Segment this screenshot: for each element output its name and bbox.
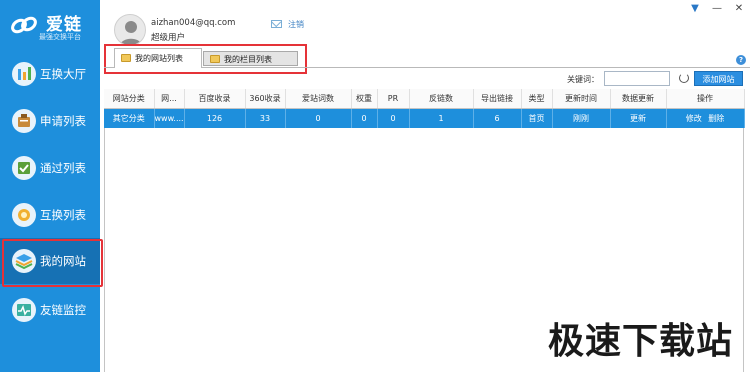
exchange-list-icon <box>12 203 36 227</box>
monitor-icon <box>12 298 36 322</box>
cell-site: www.... <box>154 108 185 128</box>
cell-updated: 刚刚 <box>552 108 611 128</box>
sidebar-item-apply-list[interactable]: 申请列表 <box>0 98 100 144</box>
sidebar-item-monitor[interactable]: 友链监控 <box>0 287 100 333</box>
cell-outlinks: 6 <box>473 108 522 128</box>
cell-type: 首页 <box>521 108 553 128</box>
hall-icon <box>12 62 36 86</box>
column-header[interactable]: 权重 <box>351 89 378 109</box>
sidebar-item-my-site[interactable]: 我的网站 <box>0 238 103 287</box>
app-logo: 爱链 最强交换平台 <box>8 8 100 42</box>
cell-pr: 0 <box>377 108 410 128</box>
sidebar-item-label: 我的网站 <box>40 254 86 268</box>
sidebar-item-label: 通过列表 <box>40 161 86 175</box>
avatar[interactable] <box>114 14 146 46</box>
folder-icon <box>121 54 131 62</box>
user-avatar-icon <box>119 21 143 45</box>
column-header[interactable]: 数据更新 <box>610 89 667 109</box>
user-email: aizhan004@qq.com <box>151 18 236 28</box>
tab-label: 我的栏目列表 <box>224 55 272 64</box>
cell-360: 33 <box>245 108 286 128</box>
cell-actions: 修改 删除 <box>666 108 745 128</box>
sidebar-item-label: 互换大厅 <box>40 67 86 81</box>
update-data-link[interactable]: 更新 <box>630 114 646 123</box>
edit-link[interactable]: 修改 <box>686 114 702 123</box>
apply-list-icon <box>12 109 36 133</box>
sidebar-item-approved-list[interactable]: 通过列表 <box>0 145 100 191</box>
close-icon[interactable]: ✕ <box>733 3 745 15</box>
cell-data-update: 更新 <box>610 108 667 128</box>
keyword-label: 关键词： <box>567 75 599 84</box>
column-header[interactable]: 百度收录 <box>184 89 246 109</box>
column-header[interactable]: 360收录 <box>245 89 286 109</box>
column-header[interactable]: 导出链接 <box>473 89 522 109</box>
user-role: 超级用户 <box>151 33 186 43</box>
delete-link[interactable]: 删除 <box>708 114 724 123</box>
approved-list-icon <box>12 156 36 180</box>
logout-label: 注销 <box>288 20 304 29</box>
table-row[interactable]: 其它分类 www.... 126 33 0 0 0 1 6 首页 刚刚 更新 修… <box>104 108 745 128</box>
keyword-input[interactable] <box>604 71 670 86</box>
refresh-icon[interactable] <box>679 73 689 83</box>
column-header[interactable]: 反链数 <box>409 89 474 109</box>
my-site-icon <box>12 249 36 273</box>
sidebar-item-hall[interactable]: 互换大厅 <box>0 51 100 97</box>
sidebar-item-label: 友链监控 <box>40 303 86 317</box>
tab-my-sites[interactable]: 我的网站列表 <box>114 48 202 68</box>
cell-baidu: 126 <box>184 108 246 128</box>
cell-weight: 0 <box>351 108 378 128</box>
chain-logo-icon <box>11 16 37 34</box>
column-header[interactable]: 网站分类 <box>104 89 155 109</box>
table-header-row: 网站分类 网... 百度收录 360收录 爱站词数 权重 PR 反链数 导出链接… <box>104 89 745 109</box>
column-header[interactable]: 操作 <box>666 89 745 109</box>
sidebar-item-label: 申请列表 <box>40 114 86 128</box>
tab-label: 我的网站列表 <box>135 54 183 63</box>
tab-my-columns[interactable]: 我的栏目列表 <box>203 51 298 66</box>
column-header[interactable]: 更新时间 <box>552 89 611 109</box>
dropdown-menu-icon[interactable]: ▼ <box>689 3 701 15</box>
sites-table: 网站分类 网... 百度收录 360收录 爱站词数 权重 PR 反链数 导出链接… <box>104 89 745 128</box>
sidebar-item-label: 互换列表 <box>40 208 86 222</box>
add-site-button[interactable]: 添加网站 <box>694 71 743 86</box>
mail-icon <box>271 20 282 28</box>
column-header[interactable]: PR <box>377 89 410 109</box>
cell-aizhan: 0 <box>285 108 352 128</box>
app-subtitle: 最强交换平台 <box>39 33 81 41</box>
help-icon[interactable]: ? <box>736 55 746 65</box>
cell-backlinks: 1 <box>409 108 474 128</box>
column-header[interactable]: 网... <box>154 89 185 109</box>
sidebar: 爱链 最强交换平台 互换大厅 申请列表 通过列表 互换列表 我的网站 友链监控 <box>0 0 103 372</box>
minimize-icon[interactable]: — <box>711 3 723 15</box>
column-header[interactable]: 爱站词数 <box>285 89 352 109</box>
cell-category: 其它分类 <box>104 108 155 128</box>
column-header[interactable]: 类型 <box>521 89 553 109</box>
sidebar-item-exchange-list[interactable]: 互换列表 <box>0 192 100 238</box>
watermark: 极速下载站 <box>548 321 734 362</box>
folder-icon <box>210 55 220 63</box>
